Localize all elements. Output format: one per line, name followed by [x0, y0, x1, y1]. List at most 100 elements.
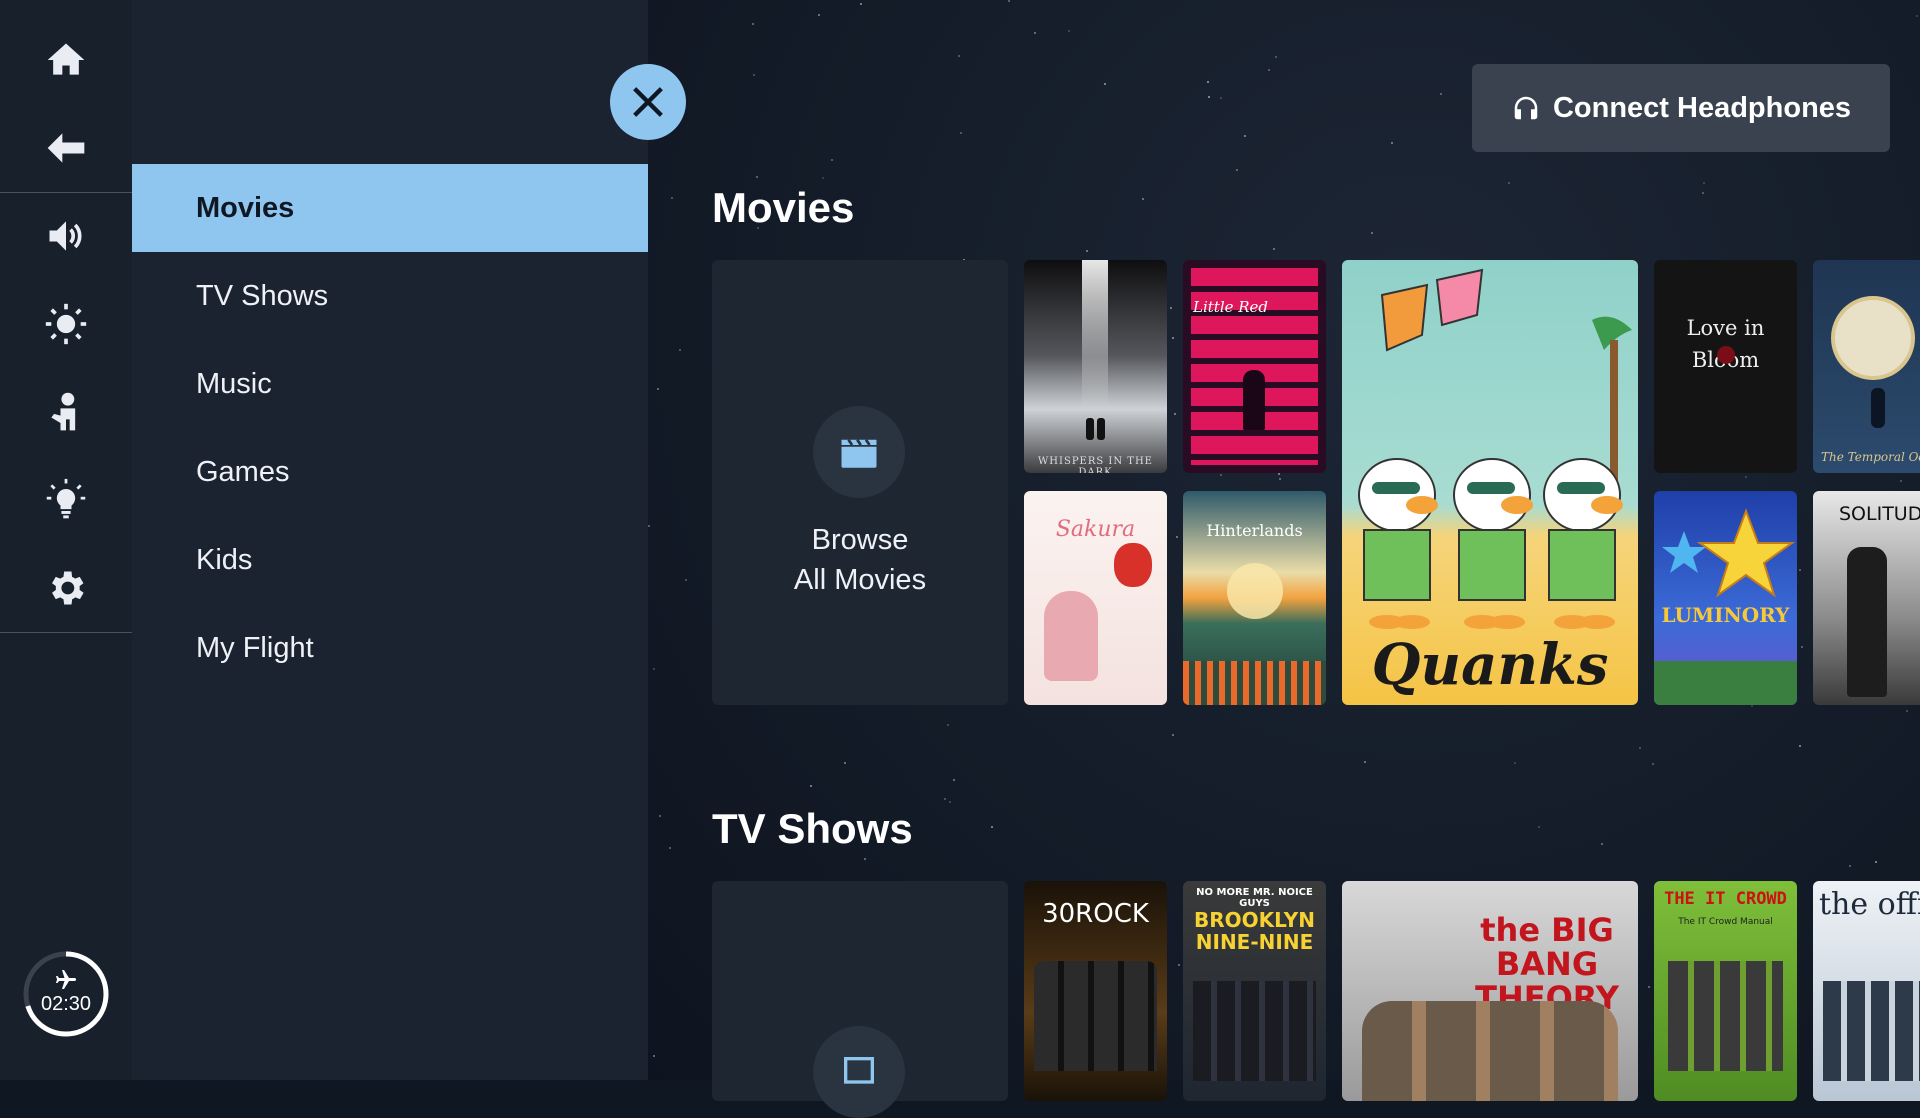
star-dot [1905, 710, 1908, 713]
rail-divider [0, 632, 132, 633]
browse-all-tv-card[interactable] [712, 881, 1008, 1118]
star-dot [1651, 762, 1654, 765]
poster-title: the offic [1819, 887, 1920, 922]
nav-item-tv-shows[interactable]: TV Shows [132, 252, 648, 340]
star-dot [957, 54, 960, 57]
poster-tagline: NO MORE MR. NOICE GUYS [1196, 887, 1313, 909]
poster-title: THE IT CROWD [1664, 889, 1787, 909]
star-dot [1235, 168, 1238, 171]
star-dot [1219, 97, 1222, 100]
back-button[interactable] [0, 104, 132, 192]
lantern-graphic [1114, 543, 1152, 587]
settings-button[interactable] [0, 544, 132, 632]
brightness-icon [45, 303, 87, 345]
star-dot [1142, 198, 1144, 201]
movie-poster-whispers-in-the-dark[interactable]: WHISPERS IN THE DARK [1024, 260, 1167, 473]
call-attendant-button[interactable] [0, 368, 132, 456]
star-dot [751, 22, 754, 25]
gear-icon [52, 571, 84, 605]
star-dot [671, 196, 674, 199]
star-dot [1849, 865, 1852, 868]
movie-poster-luminory[interactable]: LUMINORY [1654, 491, 1797, 705]
figure-silhouette [1847, 547, 1887, 697]
brightness-button[interactable] [0, 280, 132, 368]
star-dot [948, 800, 951, 803]
star-dot [1538, 825, 1541, 828]
figure-silhouette [1097, 418, 1105, 440]
airplane-icon [56, 970, 76, 989]
star-dot [1220, 473, 1223, 476]
star-dot [648, 525, 651, 528]
connect-headphones-label: Connect Headphones [1552, 91, 1852, 124]
star-dot [678, 348, 681, 351]
tv-poster-brooklyn-nine-nine[interactable]: NO MORE MR. NOICE GUYS BROOKLYN NINE-NIN… [1183, 881, 1326, 1101]
movie-poster-hinterlands[interactable]: Hinterlands [1183, 491, 1326, 705]
star-dot [1916, 15, 1919, 18]
home-button[interactable] [0, 16, 132, 104]
browse-label-line2: All Movies [793, 564, 927, 596]
star-dot [1798, 569, 1801, 572]
tv-poster-30-rock[interactable]: 30ROCK [1024, 881, 1167, 1101]
poster-art [1654, 508, 1797, 705]
home-icon [47, 43, 85, 75]
nav-item-my-flight[interactable]: My Flight [132, 604, 648, 692]
star-dot [1086, 249, 1089, 252]
star-dot [1177, 963, 1180, 966]
star-dot [1207, 81, 1210, 84]
back-arrow-icon [47, 133, 85, 163]
reading-light-button[interactable] [0, 456, 132, 544]
star-dot [652, 667, 655, 670]
flight-time-remaining[interactable]: 02:30 [22, 950, 110, 1038]
star-dot [817, 13, 820, 16]
poster-title: Sakura [1055, 517, 1136, 542]
figure-silhouette [1086, 418, 1094, 440]
nav-item-music[interactable]: Music [132, 340, 648, 428]
tv-icon [844, 1057, 874, 1084]
star-dot [1702, 181, 1705, 184]
poster-title: Little Red [1193, 298, 1269, 316]
tv-poster-the-it-crowd[interactable]: THE IT CROWD The IT Crowd Manual [1654, 881, 1797, 1101]
nav-item-movies[interactable]: Movies [132, 164, 648, 252]
movie-poster-little-red[interactable]: Little Red [1183, 260, 1326, 473]
star-dot [1440, 93, 1443, 96]
star-dot [1391, 142, 1394, 145]
star-dot [991, 826, 994, 829]
movie-poster-the-temporal-odyssey[interactable]: The Temporal Odyssey [1813, 260, 1920, 473]
star-dot [669, 847, 672, 850]
rose-graphic [1717, 346, 1735, 364]
figure-graphic [1044, 591, 1098, 681]
star-dot [1371, 232, 1374, 235]
movie-poster-love-in-bloom[interactable]: Love in Bloom [1654, 260, 1797, 473]
figure-silhouette [1243, 370, 1265, 430]
cast-graphic [1823, 981, 1920, 1081]
star-dot [658, 815, 661, 818]
cast-graphic [1193, 981, 1316, 1081]
star-dot [959, 131, 962, 134]
connect-headphones-button[interactable]: Connect Headphones [1472, 64, 1890, 152]
volume-icon [49, 221, 82, 251]
star-dot [1745, 475, 1748, 478]
poster-title: the BIG BANG THEORY [1475, 911, 1619, 1017]
star-dot [753, 73, 756, 76]
star-dot [1277, 473, 1280, 476]
star-dot [1899, 480, 1902, 483]
tv-poster-big-bang-theory[interactable]: the BIG BANG THEORY [1342, 881, 1638, 1101]
volume-button[interactable] [0, 192, 132, 280]
browse-all-movies-card[interactable]: Browse All Movies [712, 260, 1008, 705]
close-icon [633, 87, 663, 117]
movie-poster-solitude[interactable]: SOLITUD [1813, 491, 1920, 705]
nav-item-games[interactable]: Games [132, 428, 648, 516]
movie-poster-sakura[interactable]: Sakura [1024, 491, 1167, 705]
tv-poster-the-office[interactable]: the offic [1813, 881, 1920, 1101]
close-menu-button[interactable] [610, 64, 686, 140]
star-dot [1208, 96, 1211, 99]
sun-graphic [1227, 563, 1283, 619]
star-dot [844, 762, 847, 765]
star-dot [1798, 744, 1801, 747]
movie-poster-quanks[interactable]: Quanks [1342, 260, 1638, 705]
headphones-icon [1514, 96, 1538, 120]
poster-title: LUMINORY [1661, 603, 1790, 627]
star-dot [684, 578, 687, 581]
star-dot [1874, 860, 1877, 863]
nav-item-kids[interactable]: Kids [132, 516, 648, 604]
